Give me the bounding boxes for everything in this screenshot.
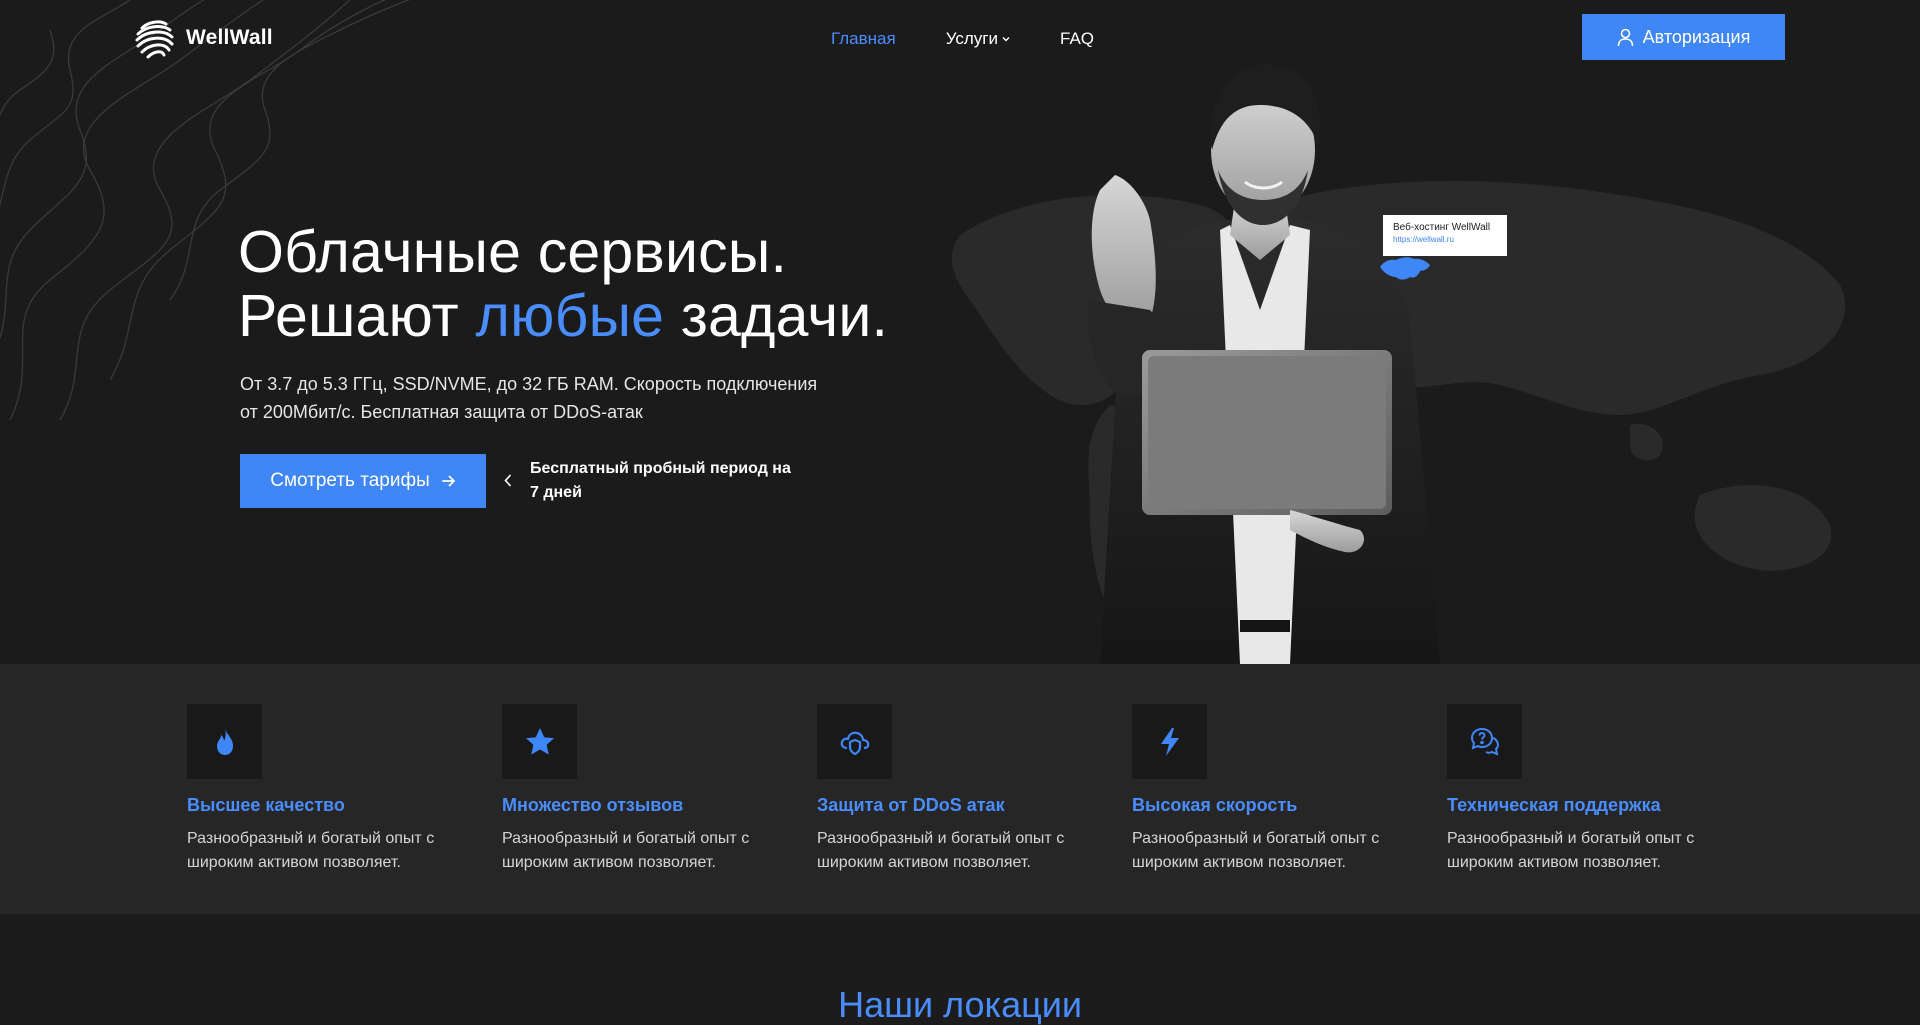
hero-title-line1: Облачные сервисы.: [238, 219, 788, 285]
ukraine-map-marker[interactable]: [1378, 253, 1432, 283]
brand-logo[interactable]: WellWall: [134, 16, 273, 60]
feature-description: Разнообразный и богатый опыт с широким а…: [817, 830, 1065, 871]
free-trial-text: Бесплатный пробный период на 7 дней: [530, 460, 791, 501]
feature-card: Множество отзывов Разнообразный и богаты…: [502, 704, 802, 875]
tooltip-title: Веб-хостинг WellWall: [1393, 222, 1491, 233]
nav-item-label: Услуги: [945, 29, 998, 48]
location-tooltip: Веб-хостинг WellWall https://wellwall.ru: [1383, 215, 1507, 256]
login-button[interactable]: Авторизация: [1582, 14, 1785, 60]
flame-icon: [216, 728, 233, 755]
hero-title-line2-end: задачи.: [664, 283, 889, 349]
feature-description: Разнообразный и богатый опыт с широким а…: [187, 830, 435, 871]
feature-card: Высокая скорость Разнообразный и богатый…: [1132, 704, 1432, 875]
hero-section: WellWall Главная Услуги FAQ Авторизация …: [0, 0, 1920, 664]
feature-icon-box: [1132, 704, 1207, 779]
user-icon: [1617, 28, 1633, 46]
nav-item-services[interactable]: Услуги: [946, 29, 1010, 49]
hero-lead-text: От 3.7 до 5.3 ГГц, SSD/NVME, до 32 ГБ RA…: [240, 374, 818, 422]
hero-title-accent: любые: [475, 283, 665, 349]
hero-title: Облачные сервисы. Решают любые задачи.: [238, 220, 888, 348]
feature-icon-box: [817, 704, 892, 779]
arrow-right-icon: [441, 475, 456, 487]
feature-icon-box: [1447, 704, 1522, 779]
feature-card: Защита от DDoS атак Разнообразный и бога…: [817, 704, 1117, 875]
view-plans-label: Смотреть тарифы: [270, 470, 430, 491]
chevron-down-icon: [1002, 37, 1010, 42]
hero-title-line2-start: Решают: [238, 283, 476, 349]
nav-item-label: FAQ: [1060, 29, 1095, 48]
feature-title: Техническая поддержка: [1447, 795, 1661, 815]
logo-text: WellWall: [186, 26, 273, 49]
nav-item-label: Главная: [831, 29, 896, 48]
shield-cloud-icon: [840, 731, 869, 755]
feature-title: Множество отзывов: [502, 795, 684, 815]
features-section: Высшее качество Разнообразный и богатый …: [0, 664, 1920, 914]
feature-title: Защита от DDoS атак: [817, 795, 1005, 815]
feature-icon-box: [502, 704, 577, 779]
nav-item-faq[interactable]: FAQ: [1060, 29, 1094, 49]
main-nav: Главная Услуги FAQ: [831, 29, 1094, 49]
feature-title: Высокая скорость: [1132, 795, 1298, 815]
star-icon: [525, 727, 554, 755]
feature-description: Разнообразный и богатый опыт с широким а…: [1447, 830, 1695, 871]
nav-item-home[interactable]: Главная: [831, 29, 896, 49]
feature-description: Разнообразный и богатый опыт с широким а…: [502, 830, 750, 871]
login-button-label: Авторизация: [1642, 26, 1751, 47]
businessman-with-laptop-image: [1087, 64, 1440, 664]
logo-mark-icon: [135, 20, 174, 59]
view-plans-button[interactable]: Смотреть тарифы: [240, 454, 486, 508]
feature-icon-box: [187, 704, 262, 779]
tooltip-url[interactable]: https://wellwall.ru: [1393, 234, 1507, 245]
contour-lines-decoration: [0, 0, 411, 420]
feature-card: Высшее качество Разнообразный и богатый …: [187, 704, 487, 875]
feature-description: Разнообразный и богатый опыт с широким а…: [1132, 830, 1380, 871]
chevron-left-icon[interactable]: [504, 474, 512, 487]
feature-card: Техническая поддержка Разнообразный и бо…: [1447, 704, 1747, 875]
lightning-icon: [1160, 727, 1179, 756]
support-chat-icon: [1470, 727, 1499, 756]
feature-title: Высшее качество: [187, 795, 345, 815]
locations-section-title: Наши локации: [838, 984, 1082, 1025]
